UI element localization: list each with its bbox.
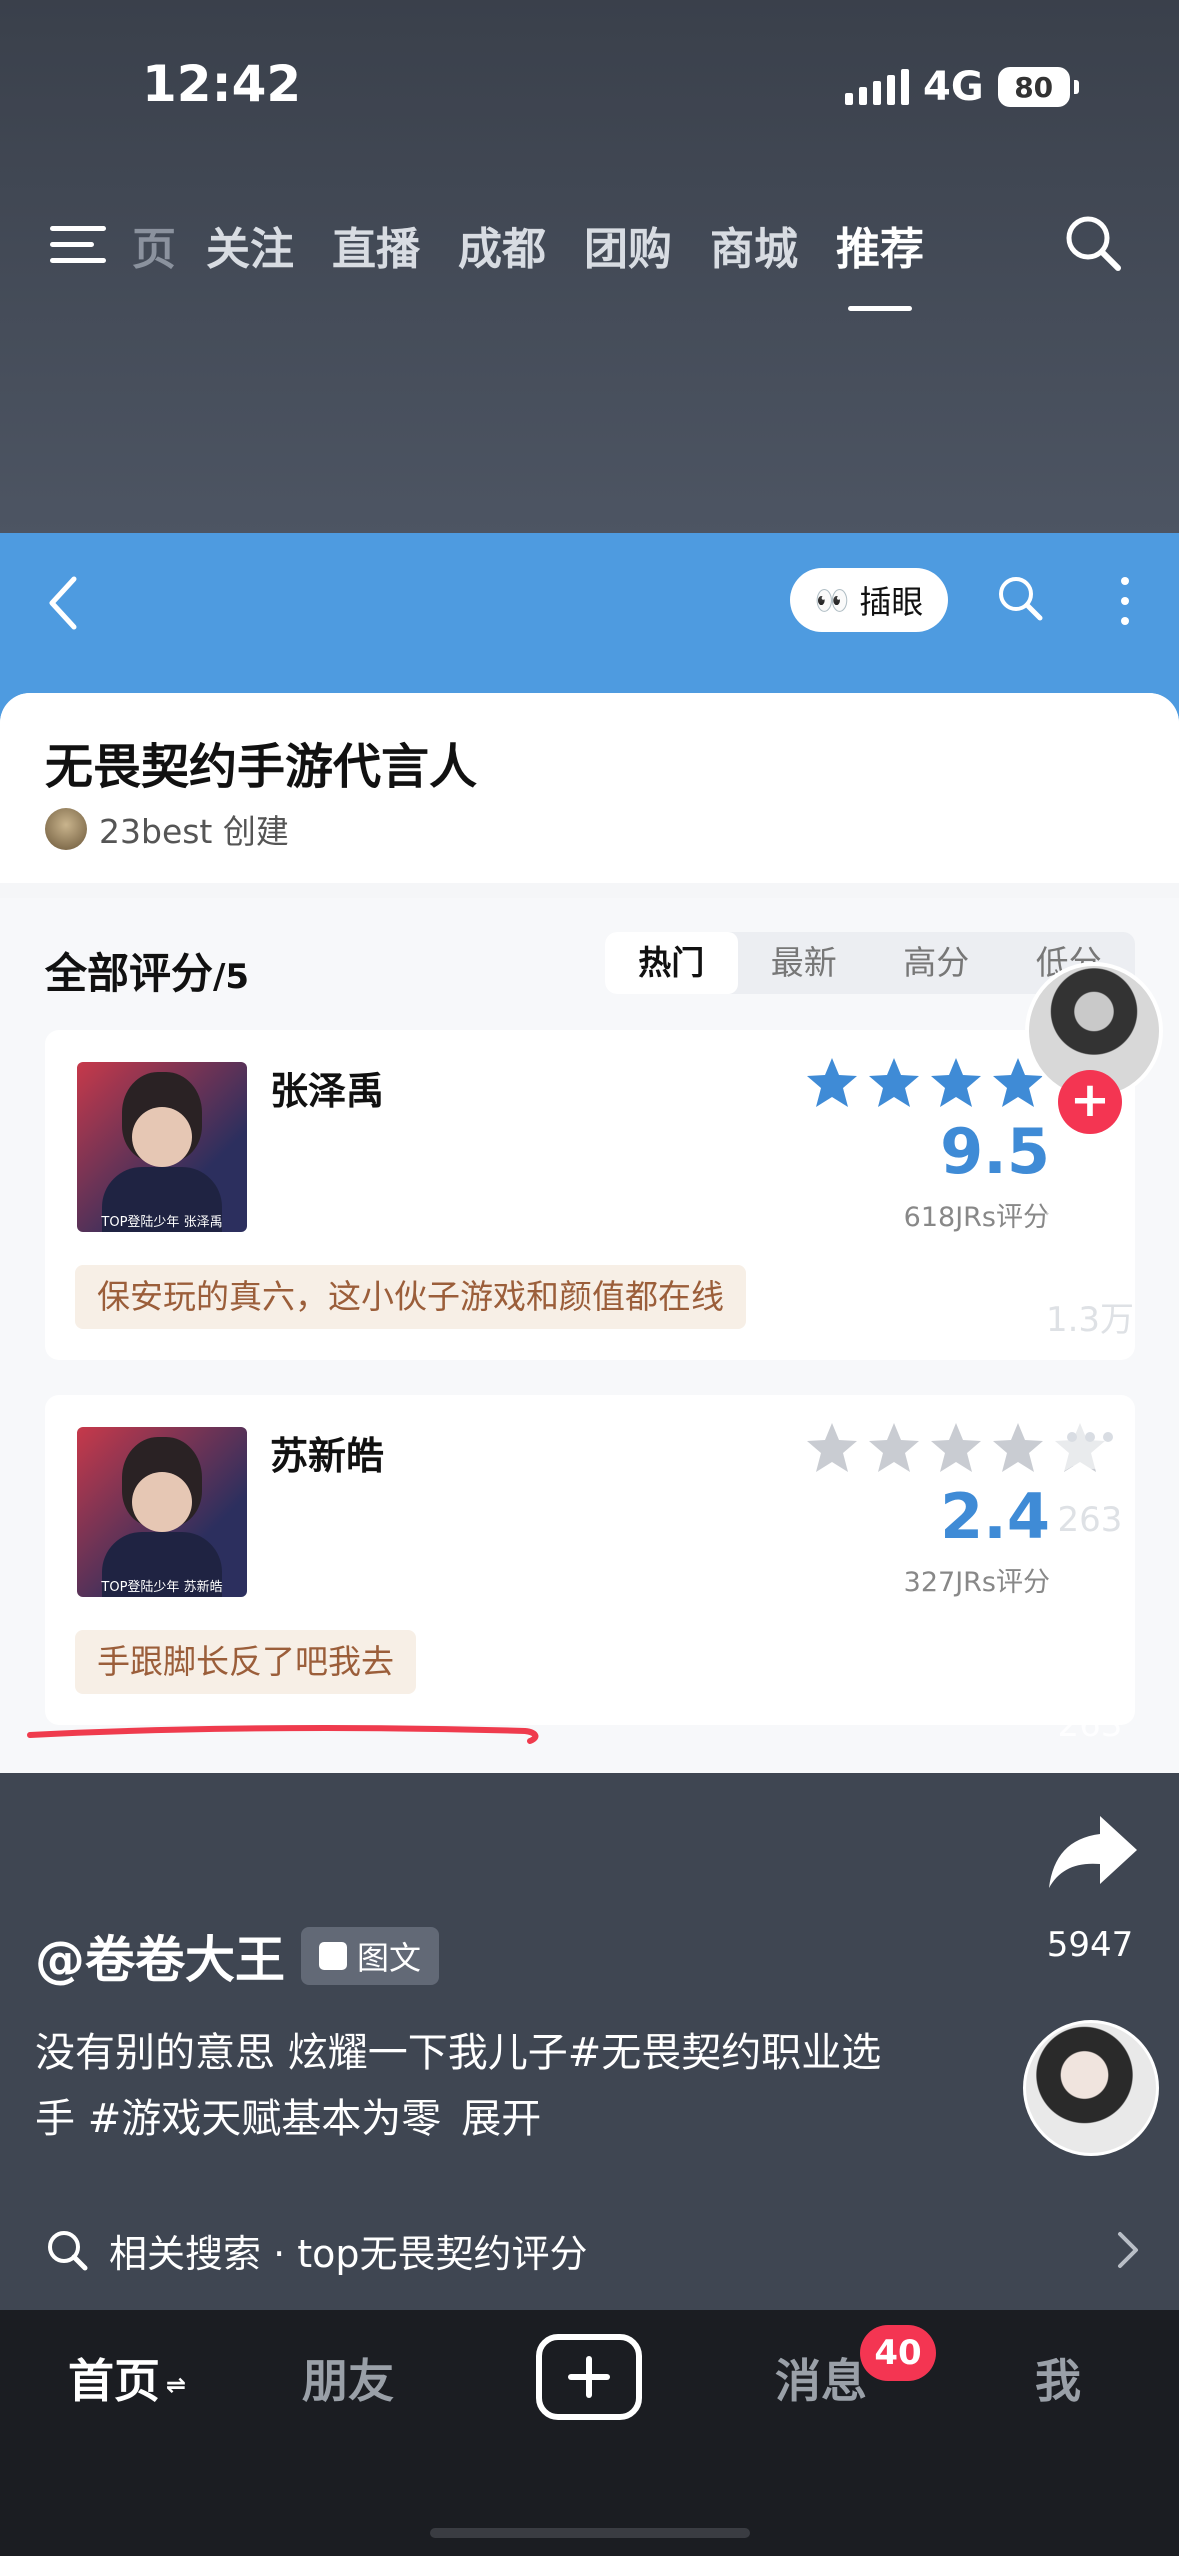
follow-plus-icon[interactable]: + [1058, 1070, 1122, 1134]
favorite-count: 263 [1057, 1705, 1123, 1745]
comment-count: 263 [1057, 1500, 1123, 1540]
share-count: 5947 [1046, 1925, 1134, 1965]
creator-avatar[interactable] [45, 808, 87, 850]
related-search-bar[interactable]: 相关搜索 · top无畏契约评分 [0, 2215, 1179, 2285]
item-votes: 327JRs评分 [903, 1567, 1050, 1598]
section-title: 全部评分/5 [45, 940, 249, 1001]
red-underline-mark [27, 1725, 539, 1744]
tab-me[interactable]: 我 [1035, 2345, 1081, 2411]
network-type: 4G [923, 64, 984, 110]
star-icon [931, 1058, 981, 1107]
home-indicator [430, 2528, 750, 2538]
section-title-suffix: /5 [213, 957, 250, 997]
menu-icon[interactable] [50, 222, 110, 268]
rating-item[interactable]: TOP登陆少年 苏新皓 苏新皓 2.4 327JRs评分 手跟脚长反了吧我去 [45, 1395, 1135, 1725]
star-icon [993, 1423, 1043, 1472]
page-title: 无畏契约手游代言人 [45, 739, 478, 795]
battery-level: 80 [1014, 70, 1054, 104]
sort-tab-latest[interactable]: 最新 [738, 932, 871, 994]
item-comment: 手跟脚长反了吧我去 [75, 1630, 416, 1694]
status-indicators: 4G 80 [845, 62, 1079, 112]
rating-item[interactable]: TOP登陆少年 张泽禹 张泽禹 9.5 618JRs评分 保安玩的真六，这小伙子… [45, 1030, 1135, 1360]
peek-button[interactable]: 👀 插眼 [790, 568, 948, 632]
eyes-icon: 👀 [814, 583, 850, 617]
embedded-search-icon[interactable] [995, 573, 1045, 623]
author-name[interactable]: @卷卷大王 [35, 1920, 285, 1992]
like-heart-icon[interactable] [1040, 1190, 1140, 1280]
refresh-arrows-icon: ⇌ [166, 2370, 187, 2399]
creator-row: 23best 创建 [45, 805, 289, 853]
post-type-badge: 图文 [301, 1927, 440, 1985]
chevron-right-icon[interactable] [1112, 2228, 1142, 2272]
tab-live[interactable]: 直播 [332, 213, 420, 277]
item-name: 张泽禹 [270, 1069, 385, 1113]
comment-bubble-icon[interactable] [1040, 1395, 1140, 1485]
star-icon [931, 1423, 981, 1472]
more-icon[interactable] [1115, 573, 1135, 629]
tab-partial[interactable]: 页 [132, 213, 176, 277]
item-score: 9.5 [940, 1115, 1050, 1188]
item-photo: TOP登陆少年 苏新皓 [77, 1427, 247, 1597]
back-arrow-icon[interactable] [40, 573, 90, 633]
peek-button-label: 插眼 [859, 583, 924, 621]
sort-tab-hot[interactable]: 热门 [605, 932, 738, 994]
expand-link[interactable]: 展开 [461, 2096, 541, 2142]
photo-caption: TOP登陆少年 苏新皓 [101, 1580, 223, 1595]
item-votes: 618JRs评分 [903, 1202, 1050, 1233]
search-icon[interactable] [1062, 212, 1122, 272]
star-icon [807, 1423, 857, 1472]
messages-badge: 40 [860, 2325, 936, 2381]
tab-home[interactable]: 首页 ⇌ [68, 2345, 186, 2411]
item-photo: TOP登陆少年 张泽禹 [77, 1062, 247, 1232]
favorite-star-icon[interactable] [1040, 1590, 1140, 1680]
star-icon [869, 1423, 919, 1472]
section-title-text: 全部评分 [45, 949, 214, 998]
signal-icon [845, 69, 909, 105]
sort-tab-high[interactable]: 高分 [870, 932, 1003, 994]
tab-mall[interactable]: 商城 [710, 213, 798, 277]
post-type-label: 图文 [357, 1939, 422, 1977]
star-icon [869, 1058, 919, 1107]
related-search-icon [48, 2231, 88, 2271]
star-icon [807, 1058, 857, 1107]
related-search-text: 相关搜索 · top无畏契约评分 [109, 2231, 588, 2276]
plus-icon [568, 2356, 610, 2398]
tab-messages[interactable]: 消息 [775, 2345, 867, 2411]
creator-text: 23best 创建 [99, 812, 289, 851]
item-name: 苏新皓 [270, 1434, 385, 1478]
music-avatar[interactable] [1023, 2020, 1159, 2156]
top-nav: 页 关注 直播 成都 团购 商城 推荐 [50, 205, 1130, 311]
photo-caption: TOP登陆少年 张泽禹 [101, 1215, 223, 1230]
item-comment: 保安玩的真六，这小伙子游戏和颜值都在线 [75, 1265, 746, 1329]
post-description-text: 没有别的意思 炫耀一下我儿子#无畏契约职业选手 #游戏天赋基本为零 [35, 2030, 882, 2142]
share-arrow-icon[interactable] [1045, 1812, 1140, 1892]
tab-home-label: 首页 [68, 2354, 160, 2408]
image-text-icon [319, 1942, 347, 1970]
battery-icon: 80 [997, 67, 1079, 107]
tab-chengdu[interactable]: 成都 [458, 213, 546, 277]
tab-friends[interactable]: 朋友 [302, 2345, 394, 2411]
tab-group-buy[interactable]: 团购 [584, 213, 672, 277]
tab-recommend[interactable]: 推荐 [836, 213, 924, 311]
tab-follow[interactable]: 关注 [206, 213, 294, 277]
status-time: 12:42 [142, 55, 302, 113]
author-row: @卷卷大王 图文 [35, 1920, 440, 1992]
post-description: 没有别的意思 炫耀一下我儿子#无畏契约职业选手 #游戏天赋基本为零 展开 [35, 2020, 915, 2152]
like-count: 1.3万 [1045, 1300, 1135, 1340]
create-post-button[interactable] [536, 2334, 642, 2420]
